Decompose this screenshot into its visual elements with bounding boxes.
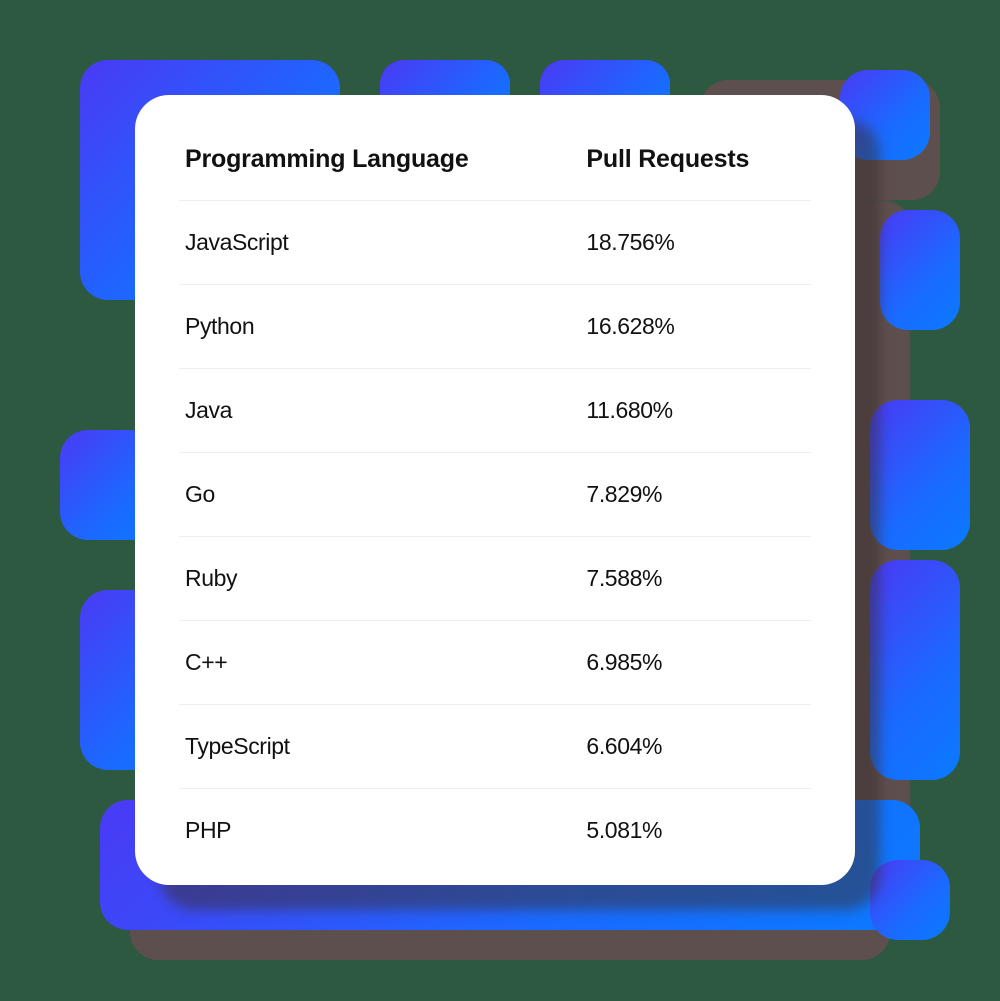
cell-pull-requests: 7.588%: [558, 537, 811, 621]
table-row: C++ 6.985%: [179, 621, 811, 705]
language-table: Programming Language Pull Requests JavaS…: [179, 133, 811, 872]
data-table-card: Programming Language Pull Requests JavaS…: [135, 95, 855, 885]
table-row: Java 11.680%: [179, 369, 811, 453]
cell-pull-requests: 7.829%: [558, 453, 811, 537]
cell-language: PHP: [179, 789, 558, 873]
cell-language: JavaScript: [179, 201, 558, 285]
cell-language: Go: [179, 453, 558, 537]
cell-pull-requests: 16.628%: [558, 285, 811, 369]
cell-pull-requests: 5.081%: [558, 789, 811, 873]
cell-language: TypeScript: [179, 705, 558, 789]
table-row: JavaScript 18.756%: [179, 201, 811, 285]
cell-pull-requests: 18.756%: [558, 201, 811, 285]
cell-pull-requests: 11.680%: [558, 369, 811, 453]
decoration-blob: [870, 560, 960, 780]
table-row: Python 16.628%: [179, 285, 811, 369]
cell-language: Ruby: [179, 537, 558, 621]
column-header-language: Programming Language: [179, 133, 558, 201]
table-row: TypeScript 6.604%: [179, 705, 811, 789]
cell-language: Java: [179, 369, 558, 453]
table-header-row: Programming Language Pull Requests: [179, 133, 811, 201]
cell-language: C++: [179, 621, 558, 705]
cell-language: Python: [179, 285, 558, 369]
table-row: Go 7.829%: [179, 453, 811, 537]
table-row: PHP 5.081%: [179, 789, 811, 873]
column-header-pull-requests: Pull Requests: [558, 133, 811, 201]
decoration-blob: [880, 210, 960, 330]
decoration-blob: [870, 860, 950, 940]
cell-pull-requests: 6.985%: [558, 621, 811, 705]
decoration-blob: [870, 400, 970, 550]
table-row: Ruby 7.588%: [179, 537, 811, 621]
cell-pull-requests: 6.604%: [558, 705, 811, 789]
